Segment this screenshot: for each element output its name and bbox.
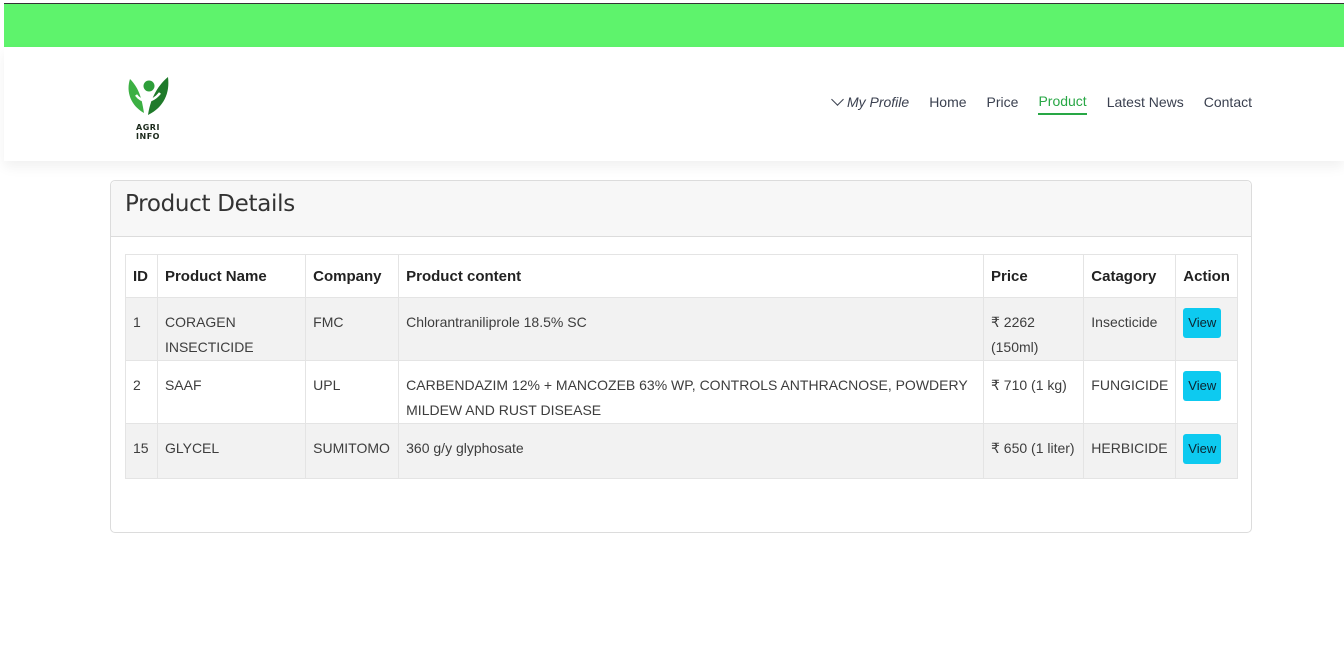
- chevron-down-icon: [831, 92, 844, 106]
- header-price: Price: [982, 254, 1085, 298]
- cell-company: SUMITOMO: [305, 423, 400, 479]
- nav-price[interactable]: Price: [987, 94, 1019, 114]
- navbar: AGRI INFO My Profile Home Price Product …: [4, 47, 1344, 161]
- header-category: Catagory: [1083, 254, 1177, 298]
- cell-action: View: [1175, 297, 1238, 361]
- cell-price: ₹ 650 (1 liter): [982, 423, 1085, 479]
- cell-id: 1: [125, 297, 158, 361]
- cell-product-content: 360 g/y glyphosate: [398, 423, 984, 479]
- cell-product-content: CARBENDAZIM 12% + MANCOZEB 63% WP, CONTR…: [398, 360, 984, 424]
- view-button[interactable]: View: [1183, 308, 1222, 338]
- nav-my-profile-label: My Profile: [846, 94, 910, 110]
- cell-product-name: SAAF: [156, 360, 307, 424]
- product-table: ID Product Name Company Product content …: [125, 254, 1238, 479]
- card-title: Product Details: [111, 181, 1251, 237]
- cell-company: UPL: [305, 360, 400, 424]
- cell-price: ₹ 2262 (150ml): [982, 297, 1085, 361]
- table-row: 1 CORAGEN INSECTICIDE FMC Chlorantranili…: [125, 297, 1238, 361]
- cell-category: FUNGICIDE: [1083, 360, 1177, 424]
- cell-category: Insecticide: [1083, 297, 1177, 361]
- cell-product-name: CORAGEN INSECTICIDE: [156, 297, 307, 361]
- cell-category: HERBICIDE: [1083, 423, 1177, 479]
- header-id: ID: [125, 254, 158, 298]
- cell-action: View: [1175, 360, 1238, 424]
- cell-product-content: Chlorantraniliprole 18.5% SC: [398, 297, 984, 361]
- nav-product[interactable]: Product: [1038, 93, 1087, 115]
- agri-info-logo[interactable]: AGRI INFO: [122, 73, 174, 141]
- nav-latest-news[interactable]: Latest News: [1107, 94, 1184, 114]
- cell-id: 15: [125, 423, 158, 479]
- logo-text: AGRI INFO: [136, 123, 160, 141]
- table-row: 2 SAAF UPL CARBENDAZIM 12% + MANCOZEB 63…: [125, 360, 1238, 424]
- table-row: 15 GLYCEL SUMITOMO 360 g/y glyphosate ₹ …: [125, 423, 1238, 479]
- view-button[interactable]: View: [1183, 371, 1222, 401]
- header-action: Action: [1175, 254, 1238, 298]
- cell-product-name: GLYCEL: [156, 423, 307, 479]
- cell-price: ₹ 710 (1 kg): [982, 360, 1085, 424]
- table-header-row: ID Product Name Company Product content …: [125, 254, 1238, 298]
- product-details-card: Product Details ID Product Name Company …: [110, 180, 1252, 533]
- top-color-strip: [4, 3, 1344, 47]
- header-product-content: Product content: [398, 254, 984, 298]
- leaf-logo-icon: [128, 77, 169, 115]
- view-button[interactable]: View: [1183, 434, 1222, 464]
- cell-id: 2: [125, 360, 158, 424]
- main-nav: My Profile Home Price Product Latest New…: [831, 92, 1252, 115]
- header-company: Company: [305, 254, 400, 298]
- nav-home[interactable]: Home: [929, 94, 966, 114]
- header-product-name: Product Name: [156, 254, 307, 298]
- cell-company: FMC: [305, 297, 400, 361]
- nav-my-profile[interactable]: My Profile: [831, 92, 910, 114]
- cell-action: View: [1175, 423, 1238, 479]
- nav-contact[interactable]: Contact: [1204, 94, 1252, 114]
